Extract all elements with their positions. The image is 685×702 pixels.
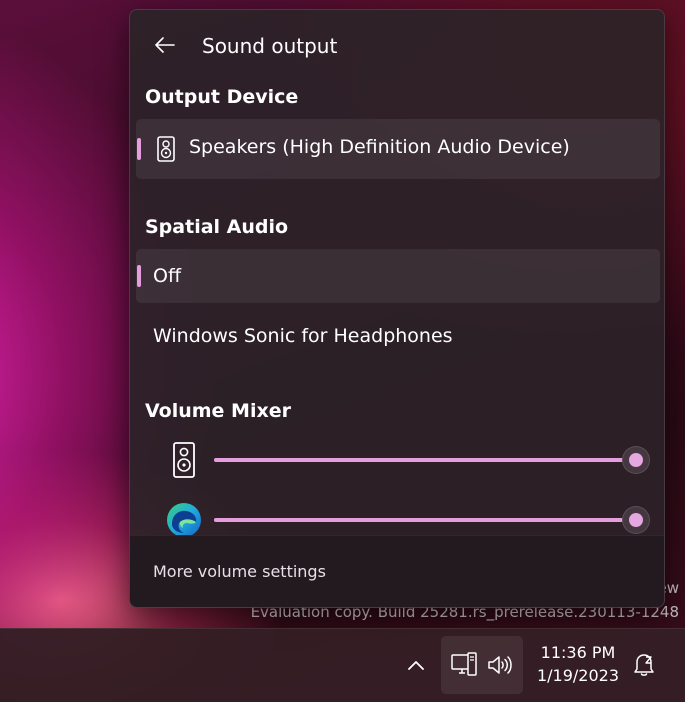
quick-settings-button[interactable] [441,636,523,694]
back-button[interactable] [148,30,182,60]
mixer-row-speakers [130,438,664,482]
clock-button[interactable]: 11:36 PM 1/19/2023 [530,641,626,687]
back-arrow-icon [155,37,175,53]
output-device-item[interactable]: Speakers (High Definition Audio Device) [136,119,660,179]
slider-fill [214,458,636,462]
output-device-heading: Output Device [145,86,299,108]
volume-mixer-heading: Volume Mixer [145,400,291,422]
more-volume-settings-link[interactable]: More volume settings [153,562,326,581]
output-device-label: Speakers (High Definition Audio Device) [189,136,570,158]
speakers-volume-slider[interactable] [214,446,650,474]
network-icon [451,652,477,676]
clock-date: 1/19/2023 [536,666,620,685]
flyout-header: Sound output [130,10,664,82]
mixer-speaker-button[interactable] [164,438,204,482]
speaker-icon [173,442,195,478]
edge-browser-icon [167,503,201,537]
chevron-up-icon [408,661,424,670]
slider-thumb[interactable] [622,446,650,474]
volume-icon [488,656,512,674]
clock-time: 11:36 PM [540,643,616,662]
selection-indicator [137,138,141,160]
spatial-audio-option-label: Off [153,265,182,287]
flyout-footer: More volume settings [130,535,664,607]
spatial-audio-option-windows-sonic[interactable]: Windows Sonic for Headphones [136,309,660,363]
flyout-title: Sound output [202,34,338,58]
sound-output-flyout: Sound output Output Device Speakers (Hig… [129,9,665,608]
show-hidden-icons-button[interactable] [400,647,432,683]
selection-indicator [137,265,141,287]
spatial-audio-option-off[interactable]: Off [136,249,660,303]
speaker-icon [157,136,175,162]
notification-bell-icon[interactable] [632,651,656,677]
edge-volume-slider[interactable] [214,506,650,534]
spatial-audio-option-label: Windows Sonic for Headphones [153,325,453,347]
taskbar: 11:36 PM 1/19/2023 [0,628,685,702]
slider-thumb[interactable] [622,506,650,534]
slider-fill [214,518,636,522]
spatial-audio-heading: Spatial Audio [145,216,289,238]
